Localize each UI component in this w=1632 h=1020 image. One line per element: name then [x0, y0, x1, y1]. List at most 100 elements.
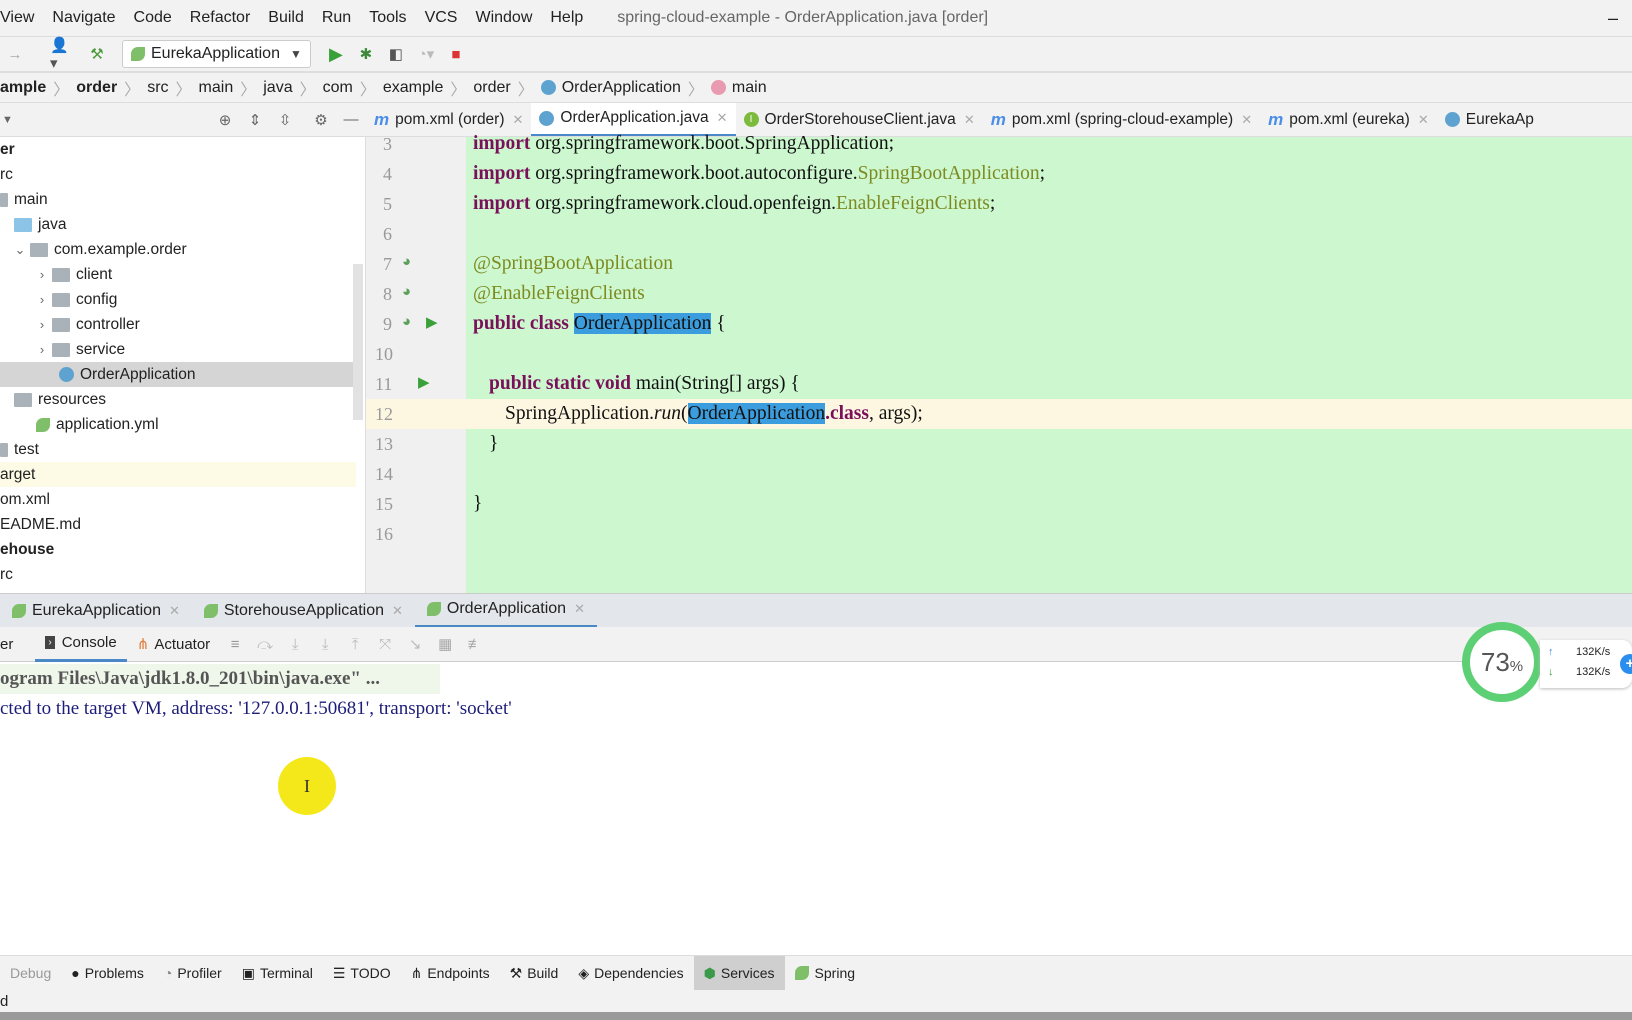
package-icon: [52, 317, 70, 332]
coverage-icon[interactable]: ◧: [385, 43, 407, 65]
crumb[interactable]: OrderApplication: [562, 79, 681, 97]
tree-item[interactable]: application.yml: [0, 412, 356, 437]
trace-icon[interactable]: ≢: [464, 633, 486, 655]
forward-arrow-icon[interactable]: →: [4, 43, 26, 65]
tree-item[interactable]: arget: [0, 462, 356, 487]
tab-debugger[interactable]: er: [0, 636, 13, 653]
chevron-down-icon[interactable]: ▼: [2, 114, 13, 126]
run-gutter-icon[interactable]: ▶: [426, 313, 438, 331]
force-step-into-icon[interactable]: ⤓: [314, 633, 336, 655]
menu-code[interactable]: Code: [134, 9, 172, 27]
tree-item[interactable]: er: [0, 137, 356, 162]
tree-item[interactable]: java: [0, 212, 356, 237]
expand-all-icon[interactable]: ⇕: [244, 109, 266, 131]
menu-navigate[interactable]: Navigate: [52, 9, 115, 27]
tree-item[interactable]: EADME.md: [0, 512, 356, 537]
hide-icon[interactable]: —: [340, 109, 362, 131]
tool-endpoints[interactable]: ⋔ Endpoints: [401, 956, 500, 991]
download-arrow-icon: ↓: [1548, 666, 1554, 678]
menu-icon[interactable]: ≡: [224, 633, 246, 655]
tab-eureka-application-service[interactable]: EurekaApplication ✕: [0, 594, 192, 628]
tree-item-selected[interactable]: OrderApplication: [0, 362, 356, 387]
project-tree: er rc main java ⌄ com.example.order › clie…: [0, 137, 366, 593]
run-icon[interactable]: ▶: [325, 43, 347, 65]
evaluate-icon[interactable]: ▦: [434, 633, 456, 655]
crumb[interactable]: src: [147, 79, 168, 97]
build-hammer-icon[interactable]: ⚒: [86, 43, 108, 65]
tree-item[interactable]: rc: [0, 562, 356, 587]
todo-icon: ☰: [332, 964, 346, 981]
tool-services[interactable]: ⬢ Services: [693, 955, 785, 991]
tree-item[interactable]: resources: [0, 387, 356, 412]
menu-run[interactable]: Run: [322, 9, 351, 27]
menu-window[interactable]: Window: [475, 9, 532, 27]
tool-dependencies[interactable]: ◈ Dependencies: [568, 956, 693, 991]
tree-item[interactable]: om.xml: [0, 487, 356, 512]
tab-console[interactable]: › Console: [35, 627, 127, 662]
tool-build[interactable]: ⚒ Build: [500, 956, 569, 991]
collapse-all-icon[interactable]: ⇳: [274, 109, 296, 131]
menu-help[interactable]: Help: [550, 9, 583, 27]
tool-problems[interactable]: ● Problems: [61, 956, 154, 991]
menu-refactor[interactable]: Refactor: [190, 9, 250, 27]
gear-icon[interactable]: ⚙: [310, 109, 332, 131]
crumb[interactable]: java: [263, 79, 292, 97]
minimize-button[interactable]: –: [1608, 8, 1618, 29]
tool-todo[interactable]: ☰ TODO: [323, 956, 401, 991]
crumb[interactable]: order: [473, 79, 510, 97]
memory-gauge[interactable]: 73%: [1462, 622, 1542, 702]
tab-storehouse-application-service[interactable]: StorehouseApplication ✕: [192, 594, 415, 628]
tool-debug[interactable]: Debug: [0, 956, 61, 991]
step-over-icon[interactable]: ⤼: [254, 633, 276, 655]
spring-bean-icon[interactable]: ◕: [402, 253, 411, 270]
user-icon[interactable]: 👤▾: [50, 37, 72, 72]
step-out-icon[interactable]: ⤒: [344, 633, 366, 655]
scrollbar[interactable]: [353, 264, 363, 420]
tree-item[interactable]: › service: [0, 337, 356, 362]
locate-icon[interactable]: ⊕: [214, 109, 236, 131]
code-line: import org.springframework.boot.SpringAp…: [473, 133, 894, 154]
crumb[interactable]: ample: [0, 79, 46, 97]
step-into-icon[interactable]: ⤓: [284, 633, 306, 655]
crumb[interactable]: com: [323, 79, 353, 97]
tree-item[interactable]: ehouse: [0, 537, 356, 562]
status-bar: d: [0, 990, 1632, 1012]
tree-item[interactable]: › client: [0, 262, 356, 287]
debug-bug-icon[interactable]: ✱: [355, 43, 377, 65]
tab-order-application-service[interactable]: OrderApplication ✕: [414, 594, 597, 628]
crumb[interactable]: main: [732, 79, 767, 97]
tree-item[interactable]: test: [0, 437, 356, 462]
tree-item[interactable]: ⌄ com.example.order: [0, 237, 356, 262]
tab-actuator[interactable]: ⋔ Actuator: [127, 635, 220, 654]
crumb[interactable]: order: [76, 79, 117, 97]
tree-item[interactable]: › controller: [0, 312, 356, 337]
project-toolbar: ▼ ⊕ ⇕ ⇳ ⚙ —: [0, 103, 366, 137]
crumb[interactable]: main: [199, 79, 234, 97]
class-icon: [540, 80, 556, 95]
dependencies-icon: ◈: [578, 964, 590, 981]
drop-frame-icon[interactable]: ⤧: [374, 633, 396, 655]
code-editor[interactable]: import org.springframework.boot.SpringAp…: [466, 133, 1632, 593]
tree-item[interactable]: rc: [0, 162, 356, 187]
console-output[interactable]: ogram Files\Java\jdk1.8.0_201\bin\java.e…: [0, 662, 1632, 955]
run-to-cursor-icon[interactable]: ↘: [404, 633, 426, 655]
menu-tools[interactable]: Tools: [369, 9, 406, 27]
profiler-icon: ◔: [163, 965, 173, 981]
tool-profiler[interactable]: ◔ Profiler: [154, 956, 232, 991]
run-gutter-icon[interactable]: ▶: [418, 373, 430, 391]
method-icon: [710, 80, 726, 95]
menu-build[interactable]: Build: [268, 9, 304, 27]
crumb[interactable]: example: [383, 79, 443, 97]
spring-bean-icon[interactable]: ◕: [402, 283, 411, 300]
tool-terminal[interactable]: ▣ Terminal: [232, 956, 323, 991]
stop-icon[interactable]: ■: [445, 43, 467, 65]
tree-item[interactable]: main: [0, 187, 356, 212]
menu-view[interactable]: View: [0, 9, 34, 27]
tool-spring[interactable]: Spring: [785, 956, 865, 991]
spring-bean-icon[interactable]: ◕: [402, 313, 411, 330]
profile-icon[interactable]: ◔▾: [415, 43, 437, 65]
tree-item[interactable]: › config: [0, 287, 356, 312]
menu-vcs[interactable]: VCS: [425, 9, 458, 27]
run-config-dropdown[interactable]: EurekaApplication ▼: [122, 40, 311, 68]
code-line: }: [473, 493, 483, 514]
